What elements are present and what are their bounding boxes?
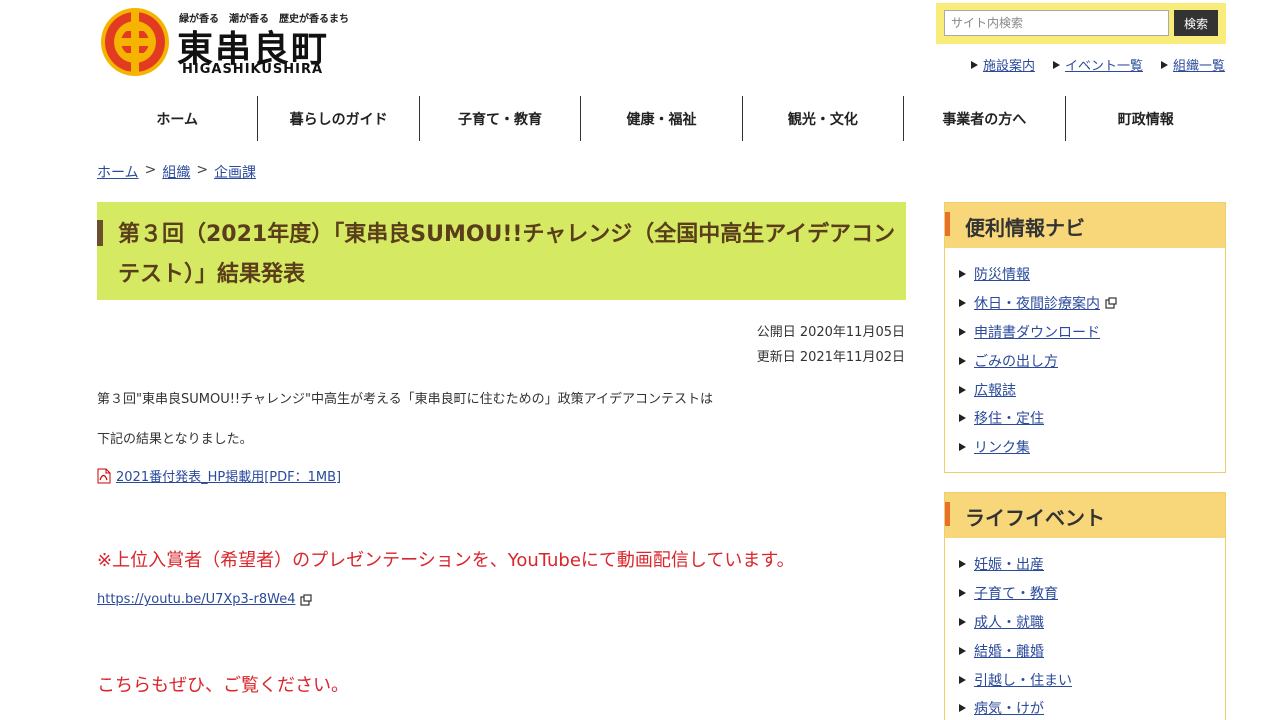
nav-childcare-education[interactable]: 子育て・教育 (418, 96, 580, 141)
triangle-bullet-icon (959, 414, 966, 423)
sidebar-life-events: ライフイベント 妊娠・出産 子育て・教育 成人・就職 結婚・離婚 引越し・住まい… (944, 492, 1226, 720)
article-dates: 公開日 2020年11月05日 更新日 2021年11月02日 (757, 320, 905, 370)
sidebar-link[interactable]: ごみの出し方 (974, 351, 1058, 371)
util-link-events[interactable]: イベント一覧 (1052, 55, 1143, 74)
sidebar-link[interactable]: 広報誌 (974, 380, 1016, 400)
sidebar-link[interactable]: 申請書ダウンロード (974, 322, 1100, 342)
page-title: 第３回（2021年度）「東串良SUMOU!!チャレンジ（全国中高生アイデアコンテ… (118, 222, 896, 287)
breadcrumb: ホーム > 組織 > 企画課 (97, 162, 256, 182)
published-date: 公開日 2020年11月05日 (756, 325, 905, 340)
triangle-bullet-icon (959, 327, 966, 336)
sidebar-link[interactable]: 引越し・住まい (974, 670, 1072, 690)
sidebar-link[interactable]: 子育て・教育 (974, 583, 1058, 603)
sidebar-link[interactable]: 結婚・離婚 (974, 641, 1044, 661)
util-link-organizations[interactable]: 組織一覧 (1160, 55, 1225, 74)
triangle-bullet-icon (959, 443, 966, 452)
site-logo[interactable]: 緑が香る 潮が香る 歴史が香るまち 東串良町 HIGASHIKUSHIRA (97, 2, 349, 84)
triangle-bullet-icon (1052, 60, 1060, 69)
sidebar-link[interactable]: 成人・就職 (974, 612, 1044, 632)
heading-accent-bar (945, 502, 950, 526)
sidebar-item-pregnancy[interactable]: 妊娠・出産 (959, 550, 1225, 579)
pdf-download: 2021番付発表_HP掲載用[PDF：1MB] (97, 466, 341, 485)
sidebar-item-illness[interactable]: 病気・けが (959, 694, 1225, 720)
triangle-bullet-icon (959, 299, 966, 308)
sidebar-item-childcare[interactable]: 子育て・教育 (959, 579, 1225, 608)
intro-text: 下記の結果となりました。 (97, 432, 253, 447)
breadcrumb-separator: > (144, 162, 157, 178)
pdf-icon (97, 468, 111, 483)
nav-business[interactable]: 事業者の方へ (903, 96, 1064, 141)
util-link-facilities[interactable]: 施設案内 (970, 55, 1035, 74)
sidebar-heading-label: ライフイベント (965, 506, 1105, 530)
updated-date: 更新日 2021年11月02日 (756, 350, 905, 365)
nav-living-guide[interactable]: 暮らしのガイド (257, 96, 418, 141)
nav-tourism-culture[interactable]: 観光・文化 (741, 96, 903, 141)
title-accent-bar (97, 220, 103, 246)
sidebar-useful-info: 便利情報ナビ 防災情報 休日・夜間診療案内 申請書ダウンロード ごみの出し方 広… (944, 202, 1226, 473)
global-nav: ホーム 暮らしのガイド 子育て・教育 健康・福祉 観光・文化 事業者の方へ 町政… (97, 96, 1226, 141)
youtube-link[interactable]: https://youtu.be/U7Xp3-r8We4 (97, 592, 295, 607)
nav-home[interactable]: ホーム (97, 96, 257, 141)
youtube-link-row: https://youtu.be/U7Xp3-r8We4 (97, 592, 313, 607)
triangle-bullet-icon (959, 356, 966, 365)
youtube-notice: ※上位入賞者（希望者）のプレゼンテーションを、YouTubeにて動画配信していま… (97, 550, 795, 571)
site-search: 検索 (936, 3, 1226, 44)
util-link-label[interactable]: 施設案内 (983, 55, 1035, 74)
sidebar-item-relocation[interactable]: 移住・定住 (959, 404, 1225, 433)
pdf-link[interactable]: 2021番付発表_HP掲載用[PDF：1MB] (116, 466, 341, 485)
town-emblem-icon (101, 8, 169, 76)
sidebar-item-disaster[interactable]: 防災情報 (959, 260, 1225, 289)
sidebar-item-marriage[interactable]: 結婚・離婚 (959, 636, 1225, 665)
sidebar-link[interactable]: リンク集 (974, 437, 1030, 457)
nav-health-welfare[interactable]: 健康・福祉 (580, 96, 741, 141)
page-title-bar: 第３回（2021年度）「東串良SUMOU!!チャレンジ（全国中高生アイデアコンテ… (97, 202, 906, 300)
external-link-icon (300, 593, 313, 606)
triangle-bullet-icon (959, 704, 966, 713)
sidebar-link[interactable]: 移住・定住 (974, 408, 1044, 428)
sidebar-item-adulthood[interactable]: 成人・就職 (959, 608, 1225, 637)
intro-text: 第３回"東串良SUMOU!!チャレンジ"中高生が考える「東串良町に住むための」政… (97, 392, 713, 407)
breadcrumb-home[interactable]: ホーム (97, 162, 139, 182)
triangle-bullet-icon (959, 385, 966, 394)
breadcrumb-separator: > (196, 162, 209, 178)
util-link-label[interactable]: イベント一覧 (1065, 55, 1143, 74)
sidebar-item-links[interactable]: リンク集 (959, 433, 1225, 462)
triangle-bullet-icon (959, 617, 966, 626)
triangle-bullet-icon (959, 560, 966, 569)
utility-links: 施設案内 イベント一覧 組織一覧 (970, 55, 1225, 74)
triangle-bullet-icon (959, 589, 966, 598)
heading-accent-bar (945, 212, 950, 236)
search-input[interactable] (944, 10, 1169, 36)
breadcrumb-planning-section[interactable]: 企画課 (214, 162, 256, 182)
sidebar-item-forms[interactable]: 申請書ダウンロード (959, 318, 1225, 347)
sidebar-heading: 便利情報ナビ (945, 203, 1225, 248)
util-link-label[interactable]: 組織一覧 (1173, 55, 1225, 74)
triangle-bullet-icon (970, 60, 978, 69)
external-link-icon (1105, 297, 1117, 309)
sidebar-link[interactable]: 休日・夜間診療案内 (974, 293, 1100, 313)
sidebar-link[interactable]: 防災情報 (974, 264, 1030, 284)
sidebar-item-garbage[interactable]: ごみの出し方 (959, 346, 1225, 375)
sidebar-item-holiday-clinic[interactable]: 休日・夜間診療案内 (959, 289, 1225, 318)
sidebar-link[interactable]: 病気・けが (974, 698, 1044, 718)
sidebar-heading: ライフイベント (945, 493, 1225, 538)
sidebar-item-newsletter[interactable]: 広報誌 (959, 375, 1225, 404)
search-button[interactable]: 検索 (1174, 10, 1218, 36)
nav-town-government[interactable]: 町政情報 (1064, 96, 1226, 141)
breadcrumb-organization[interactable]: 組織 (162, 162, 190, 182)
triangle-bullet-icon (959, 270, 966, 279)
triangle-bullet-icon (1160, 60, 1168, 69)
triangle-bullet-icon (959, 675, 966, 684)
town-name-roman: HIGASHIKUSHIRA (182, 62, 324, 77)
sidebar-link[interactable]: 妊娠・出産 (974, 554, 1044, 574)
sidebar-heading-label: 便利情報ナビ (965, 216, 1085, 240)
triangle-bullet-icon (959, 646, 966, 655)
sidebar-item-moving[interactable]: 引越し・住まい (959, 665, 1225, 694)
closing-text: こちらもぜひ、ご覧ください。 (97, 675, 349, 696)
